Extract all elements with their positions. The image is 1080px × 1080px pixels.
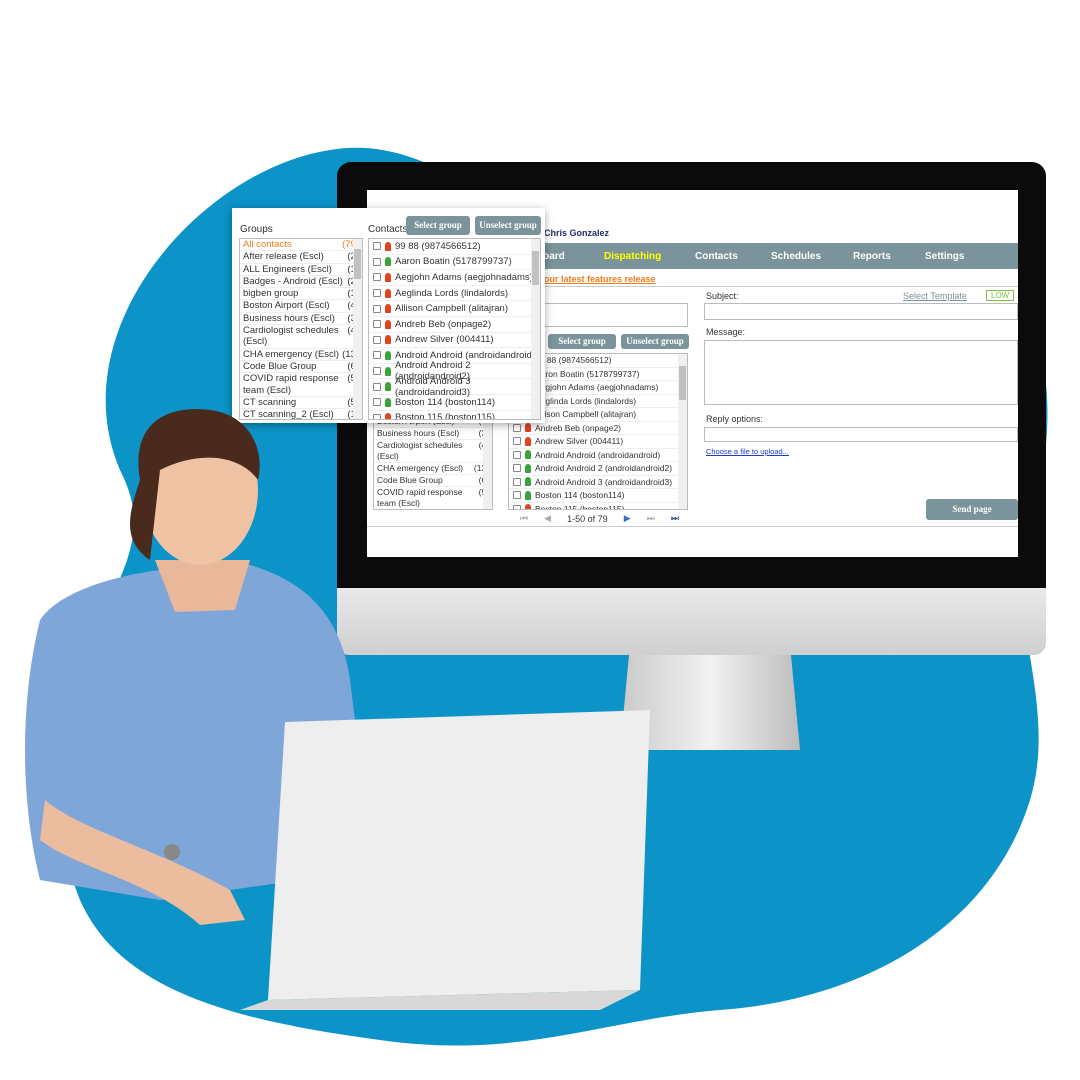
nurse-with-laptop-photo [25,409,650,1010]
